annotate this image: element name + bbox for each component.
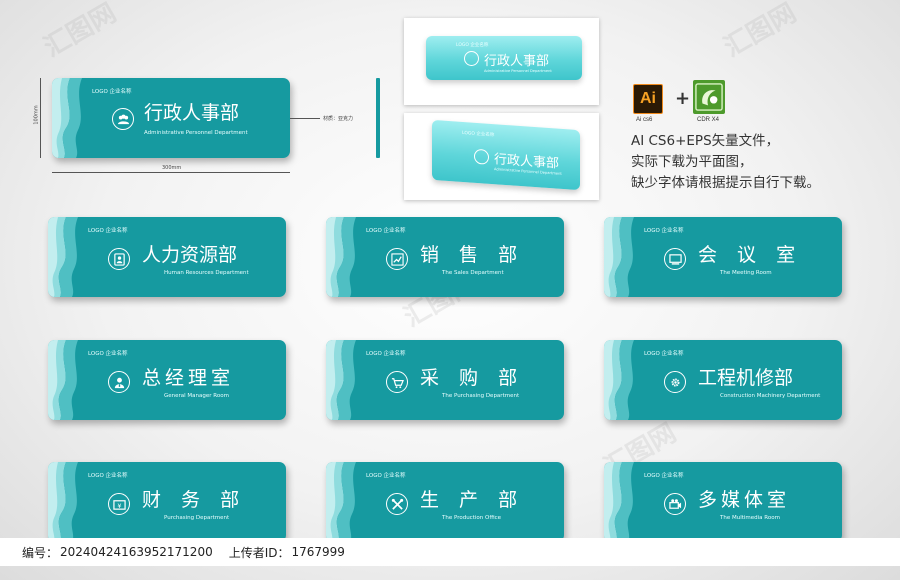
screen-icon <box>664 248 686 270</box>
footer-bar: 编号： 20240424163952171200 上传者ID： 1767999 <box>0 538 900 566</box>
width-dimension-line <box>52 172 290 173</box>
sign-title: 行政人事部 <box>144 102 240 124</box>
manager-icon <box>108 371 130 393</box>
watermark: 汇图网 <box>38 0 122 64</box>
sign-logo-text: LOGO 企业名称 <box>644 351 684 357</box>
sign-logo-text: LOGO 企业名称 <box>88 473 128 479</box>
watermark: 汇图网 <box>718 0 802 64</box>
info-line: AI CS6+EPS矢量文件， <box>631 133 780 149</box>
wave-decoration <box>48 217 78 297</box>
height-dimension-label: 100mm <box>33 105 40 125</box>
gear-icon <box>664 371 686 393</box>
file-info-text: AI CS6+EPS矢量文件， 实际下载为平面图， 缺少字体请根据提示自行下载。 <box>631 131 820 194</box>
mockup-title: 行政人事部 <box>484 54 550 69</box>
plus-sign: + <box>675 88 691 109</box>
mockup-subtitle: Administrative Personnel Department <box>484 69 552 73</box>
id-label: 编号： <box>22 545 59 560</box>
door-sign: LOGO 企业名称生 产 部 The Production Office <box>326 462 564 542</box>
sign-title: 工程机修部 <box>698 367 794 389</box>
info-line: 实际下载为平面图， <box>631 154 753 170</box>
wave-decoration <box>326 340 356 420</box>
mockup-logo: LOGO 企业名称 <box>462 130 495 139</box>
people-icon <box>464 51 479 66</box>
wave-decoration <box>52 78 82 158</box>
sign-subtitle: The Purchasing Department <box>442 393 520 399</box>
sign-logo-text: LOGO 企业名称 <box>644 473 684 479</box>
wave-decoration <box>326 462 356 542</box>
sign-title: 采 购 部 <box>420 367 525 389</box>
wave-decoration <box>604 340 634 420</box>
sign-subtitle: Human Resources Department <box>164 270 249 276</box>
door-sign: LOGO 企业名称采 购 部 The Purchasing Department <box>326 340 564 420</box>
wave-decoration <box>604 462 634 542</box>
ai-caption: Ai cs6 <box>636 117 653 123</box>
people-icon <box>112 108 134 130</box>
illustrator-icon: Ai <box>633 84 663 114</box>
sign-logo-text: LOGO 企业名称 <box>366 228 406 234</box>
material-label: 材质：亚克力 <box>323 116 354 122</box>
sign-title: 会 议 室 <box>698 244 803 266</box>
height-dimension-line <box>40 78 41 158</box>
sign-logo-text: LOGO 企业名称 <box>88 351 128 357</box>
id-value: 20240424163952171200 <box>60 545 213 559</box>
door-sign: LOGO 企业名称 ¥ 财 务 部 Purchasing Department <box>48 462 286 542</box>
svg-text:¥: ¥ <box>117 501 121 509</box>
cdr-caption: CDR X4 <box>697 117 720 123</box>
uploader-label: 上传者ID： <box>228 545 290 560</box>
sign-subtitle: General Manager Room <box>164 393 229 399</box>
sign-title: 人力资源部 <box>142 244 238 266</box>
side-profile <box>376 78 380 158</box>
mockup-logo: LOGO 企业名称 <box>456 43 489 48</box>
door-sign: LOGO 企业名称多媒体室 The Multimedia Room <box>604 462 842 542</box>
sign-title: 生 产 部 <box>420 489 525 511</box>
sign-title: 总经理室 <box>142 367 235 389</box>
wave-decoration <box>48 462 78 542</box>
sign-title: 财 务 部 <box>142 489 247 511</box>
info-line: 缺少字体请根据提示自行下载。 <box>631 175 820 191</box>
sign-subtitle: The Production Office <box>442 515 502 521</box>
sign-logo-text: LOGO 企业名称 <box>88 228 128 234</box>
sign-logo-text: LOGO 企业名称 <box>366 351 406 357</box>
material-leader-line <box>290 118 320 119</box>
main-sign-preview: LOGO 企业名称 行政人事部 Administrative Personnel… <box>52 78 290 158</box>
sign-logo-text: LOGO 企业名称 <box>366 473 406 479</box>
id-card-icon <box>108 248 130 270</box>
door-sign: LOGO 企业名称销 售 部 The Sales Department <box>326 217 564 297</box>
mockup-photo-angled: LOGO 企业名称 行政人事部 Administrative Personnel… <box>404 113 599 200</box>
uploader-value: 1767999 <box>291 545 345 559</box>
width-dimension-label: 300mm <box>162 165 182 171</box>
mockup-photo-front: LOGO 企业名称 行政人事部 Administrative Personnel… <box>404 18 599 105</box>
wave-decoration <box>48 340 78 420</box>
chart-icon <box>386 248 408 270</box>
sign-logo-text: LOGO 企业名称 <box>644 228 684 234</box>
door-sign: LOGO 企业名称工程机修部 Construction Machinery Dep… <box>604 340 842 420</box>
sign-title: 多媒体室 <box>698 489 791 511</box>
door-sign: LOGO 企业名称总经理室 General Manager Room <box>48 340 286 420</box>
tools-icon <box>386 493 408 515</box>
sign-subtitle: Purchasing Department <box>164 515 230 521</box>
sign-logo-text: LOGO 企业名称 <box>92 89 132 95</box>
finance-icon: ¥ <box>108 493 130 515</box>
sign-subtitle: The Multimedia Room <box>720 515 780 521</box>
sign-subtitle: Construction Machinery Department <box>720 393 821 399</box>
sign-subtitle: The Sales Department <box>442 270 504 276</box>
door-sign: LOGO 企业名称人力资源部 Human Resources Department <box>48 217 286 297</box>
sign-subtitle: Administrative Personnel Department <box>144 130 248 136</box>
mockup-plate: LOGO 企业名称 行政人事部 Administrative Personnel… <box>426 36 582 80</box>
mockup-plate: LOGO 企业名称 行政人事部 Administrative Personnel… <box>432 119 580 191</box>
sign-title: 销 售 部 <box>420 244 525 266</box>
door-sign: LOGO 企业名称会 议 室 The Meeting Room <box>604 217 842 297</box>
coreldraw-icon <box>693 80 725 114</box>
projector-icon <box>664 493 686 515</box>
wave-decoration <box>604 217 634 297</box>
sign-subtitle: The Meeting Room <box>720 270 772 276</box>
wave-decoration <box>326 217 356 297</box>
cart-icon <box>386 371 408 393</box>
people-icon <box>474 148 489 165</box>
